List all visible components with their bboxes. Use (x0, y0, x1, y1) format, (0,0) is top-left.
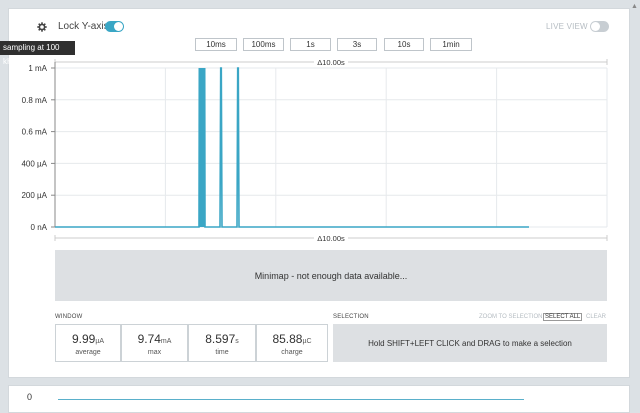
stat-value-line: 85.88µC (257, 332, 327, 346)
stat-value: 85.88 (272, 332, 303, 346)
window-span-label: Δ10.00s (317, 58, 345, 67)
stat-value: 8.597 (205, 332, 236, 346)
y-tick-label: 200 µA (21, 191, 47, 200)
chart-grid (54, 67, 608, 228)
stat-value-line: 9.74mA (122, 332, 187, 346)
select-all-button[interactable]: SELECT ALL (543, 313, 583, 321)
stat-average: 9.99µA average (55, 324, 121, 362)
digital-channel-trace (58, 399, 524, 400)
y-axis: 1 mA 0.8 mA 0.6 mA 400 µA 200 µA 0 nA (21, 62, 56, 232)
selection-area[interactable]: Hold SHIFT+LEFT CLICK and DRAG to make a… (333, 324, 607, 362)
y-tick-label: 0.6 mA (22, 128, 48, 137)
selection-section-label: SELECTION (333, 314, 369, 320)
stat-value-line: 9.99µA (56, 332, 120, 346)
stat-charge: 85.88µC charge (256, 324, 328, 362)
stat-unit: mA (160, 338, 172, 345)
stat-unit: s (235, 338, 239, 345)
y-tick-label: 0 nA (31, 223, 48, 232)
selection-hint: Hold SHIFT+LEFT CLICK and DRAG to make a… (368, 338, 572, 348)
minimap-message: Minimap - not enough data available... (254, 270, 408, 281)
window-section-label: WINDOW (55, 314, 83, 320)
stat-time: 8.597s time (188, 324, 256, 362)
stat-value: 9.99 (71, 332, 96, 346)
stat-caption: max (147, 349, 162, 356)
stat-caption: charge (281, 349, 303, 356)
window-span-label: Δ10.00s (317, 234, 345, 243)
stat-value: 9.74 (137, 332, 161, 346)
stat-caption: average (75, 349, 101, 356)
clear-selection-button[interactable]: CLEAR (584, 313, 608, 321)
current-trace-line (55, 67, 529, 228)
y-tick-label: 1 mA (28, 64, 47, 73)
stat-value-line: 8.597s (189, 332, 255, 346)
digital-channel-label: 0 (27, 392, 33, 402)
stat-unit: µA (95, 338, 105, 345)
minimap[interactable]: Minimap - not enough data available... (55, 250, 607, 301)
window-span-indicators: Δ10.00s Δ10.00s (54, 57, 608, 243)
stat-max: 9.74mA max (121, 324, 188, 362)
stat-caption: time (215, 349, 229, 356)
zoom-to-selection-button[interactable]: ZOOM TO SELECTION (477, 313, 544, 321)
y-tick-label: 0.8 mA (22, 96, 48, 105)
y-tick-label: 400 µA (21, 159, 47, 168)
current-trace (55, 67, 529, 228)
sampling-tooltip: sampling at 100 kHz (0, 41, 75, 66)
stat-unit: µC (302, 338, 312, 345)
